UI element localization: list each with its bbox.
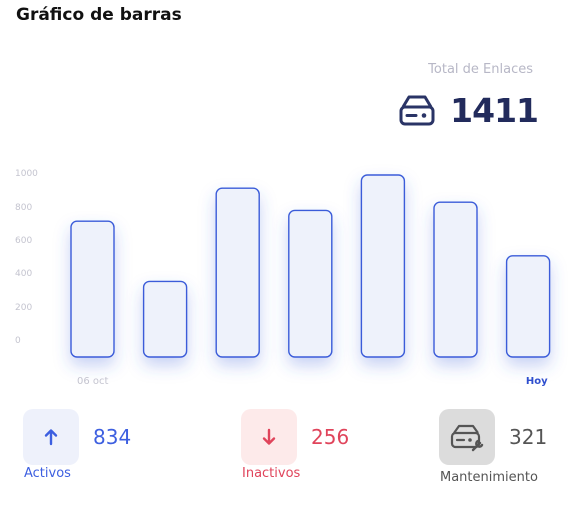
arrow-up-icon bbox=[44, 429, 58, 446]
bar-chart: 1000 800 600 400 200 0 06 oct Hoy bbox=[0, 160, 578, 395]
y-tick-label: 400 bbox=[15, 269, 32, 279]
inactive-label: Inactivos bbox=[242, 466, 301, 481]
total-links: 1411 bbox=[398, 88, 539, 132]
active-value: 834 bbox=[93, 425, 132, 449]
router-wrench-icon bbox=[450, 424, 484, 452]
total-links-label: Total de Enlaces bbox=[428, 62, 533, 77]
x-tick-label: 06 oct bbox=[77, 376, 109, 387]
bar-chart-svg: 1000 800 600 400 200 0 06 oct Hoy bbox=[15, 169, 551, 387]
active-badge[interactable] bbox=[23, 409, 79, 465]
maintenance-badge[interactable] bbox=[439, 409, 495, 465]
active-label: Activos bbox=[24, 466, 71, 481]
x-tick-label: Hoy bbox=[526, 376, 548, 387]
bar[interactable] bbox=[70, 220, 115, 358]
bar[interactable] bbox=[505, 255, 551, 358]
bar[interactable] bbox=[215, 187, 260, 358]
bar[interactable] bbox=[288, 209, 333, 358]
page-title: Gráfico de barras bbox=[16, 5, 182, 25]
y-tick-label: 1000 bbox=[15, 169, 38, 179]
router-icon bbox=[399, 95, 435, 126]
maintenance-label: Mantenimiento bbox=[440, 470, 538, 485]
bar[interactable] bbox=[142, 280, 188, 358]
y-tick-label: 800 bbox=[15, 203, 32, 213]
bar[interactable] bbox=[360, 174, 406, 358]
active-stat[interactable]: 834 bbox=[23, 409, 131, 465]
y-tick-label: 600 bbox=[15, 236, 32, 246]
inactive-badge[interactable] bbox=[241, 409, 297, 465]
maintenance-stat[interactable]: 321 bbox=[439, 409, 547, 465]
y-tick-label: 0 bbox=[15, 336, 21, 346]
bar[interactable] bbox=[433, 201, 478, 358]
inactive-value: 256 bbox=[311, 425, 350, 449]
arrow-down-icon bbox=[262, 428, 276, 445]
inactive-stat[interactable]: 256 bbox=[241, 409, 349, 465]
y-tick-label: 200 bbox=[15, 303, 32, 313]
maintenance-value: 321 bbox=[509, 425, 548, 449]
total-links-value: 1411 bbox=[450, 90, 539, 130]
